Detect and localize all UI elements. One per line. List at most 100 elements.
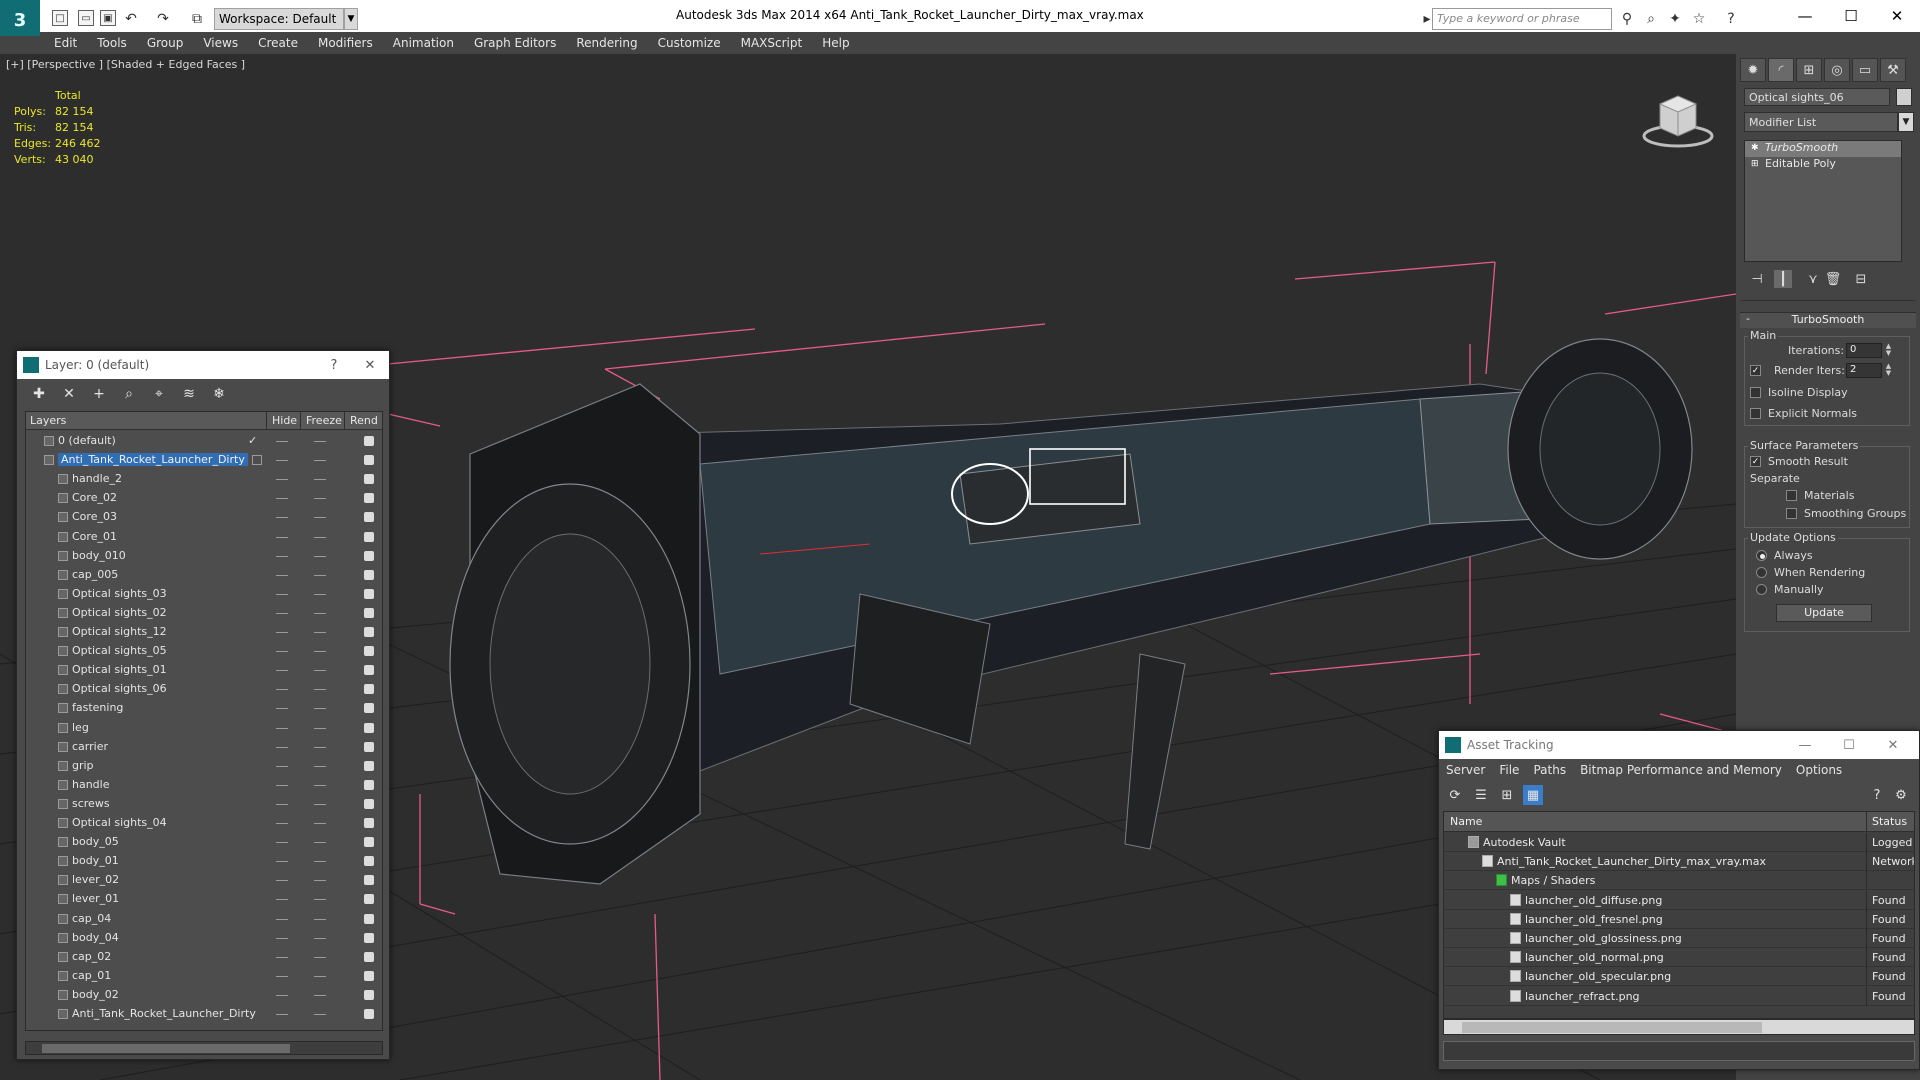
minimize-button[interactable]: — — [1787, 735, 1823, 755]
delete-layer-icon[interactable]: ✕ — [57, 383, 81, 405]
layer-row[interactable]: Optical sights_06 — [26, 680, 382, 699]
menu-bitmap-performance[interactable]: Bitmap Performance and Memory — [1573, 763, 1789, 777]
layer-row[interactable]: cap_01 — [26, 967, 382, 986]
menu-options[interactable]: Options — [1789, 763, 1849, 777]
menu-help[interactable]: Help — [812, 36, 859, 50]
modifier-list-dropdown[interactable]: Modifier List — [1744, 112, 1898, 132]
hide-toggle[interactable] — [276, 727, 288, 729]
update-manually-radio[interactable] — [1756, 584, 1767, 595]
freeze-toggle[interactable] — [314, 746, 326, 748]
pin-stack-icon[interactable]: ⊣ — [1748, 270, 1766, 288]
render-teapot-icon[interactable] — [364, 932, 374, 943]
viewport-label[interactable]: [+] [Perspective ] [Shaded + Edged Faces… — [6, 58, 245, 71]
close-button[interactable]: ✕ — [1875, 735, 1911, 755]
chevron-down-icon[interactable]: ▼ — [1898, 112, 1914, 132]
show-end-result-icon[interactable]: ┃ — [1774, 270, 1792, 288]
render-teapot-icon[interactable] — [364, 779, 374, 790]
asset-row[interactable]: launcher_old_fresnel.png Found — [1444, 909, 1914, 929]
communication-center-icon[interactable]: ✦ — [1666, 10, 1684, 28]
update-button[interactable]: Update — [1776, 604, 1872, 622]
utilities-tab-hammer-icon[interactable]: ⚒ — [1880, 58, 1906, 82]
layer-row[interactable]: body_010 — [26, 547, 382, 566]
render-teapot-icon[interactable] — [364, 970, 374, 981]
create-tab-sun-icon[interactable]: ✹ — [1740, 58, 1766, 82]
lightbulb-icon[interactable]: ✱ — [1751, 143, 1760, 154]
save-file-icon[interactable]: ▣ — [100, 10, 116, 26]
render-teapot-icon[interactable] — [364, 760, 374, 771]
freeze-toggle[interactable] — [314, 708, 326, 710]
isoline-display-checkbox[interactable] — [1750, 387, 1761, 398]
col-render[interactable]: Rend — [350, 414, 378, 427]
render-iters-checkbox[interactable]: ✓ — [1750, 365, 1761, 376]
asset-row[interactable]: launcher_old_normal.png Found — [1444, 948, 1914, 968]
freeze-toggle[interactable] — [314, 479, 326, 481]
hide-toggle[interactable] — [276, 708, 288, 710]
layer-row[interactable]: Optical sights_05 — [26, 642, 382, 661]
iterations-spinner[interactable]: 0 — [1846, 343, 1882, 358]
layer-row[interactable]: Core_01 — [26, 528, 382, 547]
create-layer-icon[interactable]: ✚ — [27, 383, 51, 405]
hide-toggle[interactable] — [276, 784, 288, 786]
layer-dialog-titlebar[interactable]: Layer: 0 (default) ? ✕ — [17, 351, 389, 379]
explicit-normals-checkbox[interactable] — [1750, 408, 1761, 419]
hide-toggle[interactable] — [276, 975, 288, 977]
layer-row[interactable]: Core_03 — [26, 508, 382, 527]
configure-modifier-sets-icon[interactable]: ⊟ — [1852, 270, 1870, 288]
layer-row[interactable]: cap_02 — [26, 948, 382, 967]
hide-toggle[interactable] — [276, 517, 288, 519]
make-unique-icon[interactable]: ⋎ — [1804, 270, 1822, 288]
list-view-icon[interactable]: ☰ — [1471, 785, 1491, 805]
tree-view-icon[interactable]: ⊞ — [1497, 785, 1517, 805]
menu-graph-editors[interactable]: Graph Editors — [464, 36, 566, 50]
freeze-toggle[interactable] — [314, 574, 326, 576]
hide-toggle[interactable] — [276, 937, 288, 939]
hide-toggle[interactable] — [276, 670, 288, 672]
hierarchy-tab-icon[interactable]: ⊞ — [1796, 58, 1822, 82]
freeze-toggle[interactable] — [314, 441, 326, 442]
freeze-toggle[interactable] — [314, 956, 326, 958]
render-teapot-icon[interactable] — [364, 531, 374, 542]
layer-row[interactable]: Core_02 — [26, 489, 382, 508]
materials-checkbox[interactable] — [1786, 490, 1797, 501]
render-teapot-icon[interactable] — [364, 894, 374, 905]
chevron-down-icon[interactable]: ▼ — [344, 8, 358, 30]
help-icon[interactable]: ? — [1867, 785, 1887, 805]
col-layers[interactable]: Layers — [30, 414, 66, 427]
freeze-toggle[interactable] — [314, 899, 326, 901]
help-icon[interactable]: ? — [1722, 10, 1740, 28]
layer-row[interactable]: leg — [26, 719, 382, 738]
spinner-arrows-icon[interactable]: ▲ ▼ — [1884, 343, 1893, 358]
hide-toggle[interactable] — [276, 899, 288, 901]
freeze-all-layers-icon[interactable]: ❄ — [207, 383, 231, 405]
layer-row[interactable]: cap_04 — [26, 910, 382, 929]
hide-toggle[interactable] — [276, 689, 288, 691]
layer-row[interactable]: Optical sights_02 — [26, 604, 382, 623]
motion-tab-icon[interactable]: ◎ — [1824, 58, 1850, 82]
stack-item-turbosmooth[interactable]: ✱ TurboSmooth — [1745, 141, 1901, 157]
layer-row[interactable]: body_04 — [26, 929, 382, 948]
col-hide[interactable]: Hide — [272, 414, 297, 427]
render-teapot-icon[interactable] — [364, 588, 374, 599]
highlight-layer-icon[interactable]: ⌖ — [147, 383, 171, 405]
hide-toggle[interactable] — [276, 918, 288, 920]
render-teapot-icon[interactable] — [364, 436, 374, 446]
freeze-toggle[interactable] — [314, 784, 326, 786]
render-teapot-icon[interactable] — [364, 837, 374, 848]
freeze-toggle[interactable] — [314, 670, 326, 672]
render-iters-spinner[interactable]: 2 — [1846, 363, 1882, 378]
smoothing-groups-checkbox[interactable] — [1786, 508, 1797, 519]
help-button[interactable]: ? — [319, 355, 349, 375]
refresh-icon[interactable]: ⟳ — [1445, 785, 1465, 805]
hide-toggle[interactable] — [276, 555, 288, 557]
render-teapot-icon[interactable] — [364, 455, 374, 466]
search-icon[interactable]: ⌕ — [1642, 10, 1660, 28]
favorites-star-icon[interactable]: ☆ — [1690, 10, 1708, 28]
hide-toggle[interactable] — [276, 460, 288, 462]
hide-toggle[interactable] — [276, 651, 288, 653]
freeze-toggle[interactable] — [314, 727, 326, 729]
new-file-icon[interactable]: □ — [52, 10, 68, 26]
menu-customize[interactable]: Customize — [648, 36, 731, 50]
open-file-icon[interactable]: ▭ — [78, 10, 94, 26]
hide-toggle[interactable] — [276, 956, 288, 958]
render-teapot-icon[interactable] — [364, 684, 374, 695]
